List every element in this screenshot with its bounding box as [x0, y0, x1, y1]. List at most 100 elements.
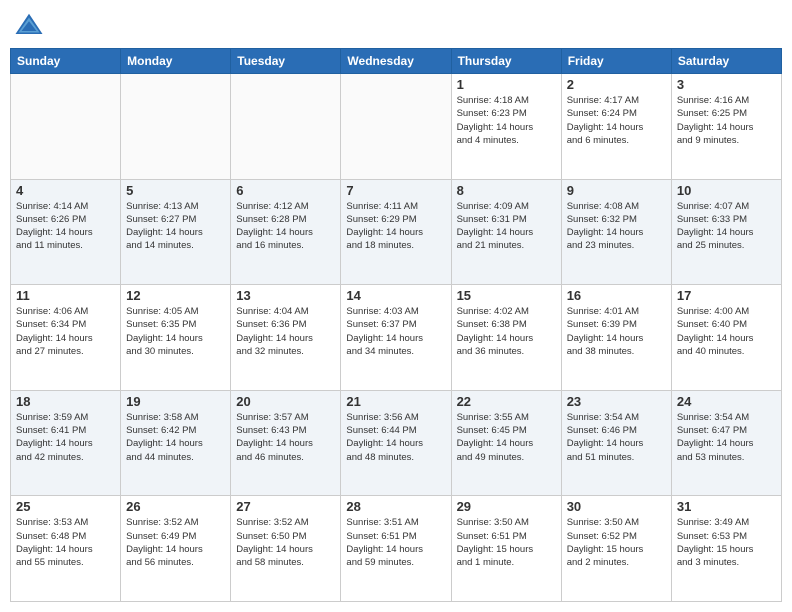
day-info: Sunrise: 3:50 AM Sunset: 6:51 PM Dayligh… — [457, 516, 556, 569]
day-info: Sunrise: 4:17 AM Sunset: 6:24 PM Dayligh… — [567, 94, 666, 147]
calendar-cell: 17 Sunrise: 4:00 AM Sunset: 6:40 PM Dayli… — [671, 285, 781, 391]
calendar-cell: 8 Sunrise: 4:09 AM Sunset: 6:31 PM Daylig… — [451, 179, 561, 285]
calendar-cell: 13Sunrise: 4:04 AM Sunset: 6:36 PM Dayli… — [231, 285, 341, 391]
day-number: 14 — [346, 288, 445, 303]
calendar-cell: 20 Sunrise: 3:57 AM Sunset: 6:43 PM Dayli… — [231, 390, 341, 496]
day-header-sunday: Sunday — [11, 49, 121, 74]
calendar-week-4: 18 Sunrise: 3:59 AM Sunset: 6:41 PM Dayli… — [11, 390, 782, 496]
day-number: 16 — [567, 288, 666, 303]
day-number: 9 — [567, 183, 666, 198]
day-number: 12 — [126, 288, 225, 303]
day-info: Sunrise: 4:09 AM Sunset: 6:31 PM Dayligh… — [457, 200, 556, 253]
calendar-cell — [231, 74, 341, 180]
day-info: Sunrise: 3:52 AM Sunset: 6:50 PM Dayligh… — [236, 516, 335, 569]
calendar-cell: 10 Sunrise: 4:07 AM Sunset: 6:33 PM Dayli… — [671, 179, 781, 285]
day-header-monday: Monday — [121, 49, 231, 74]
page: SundayMondayTuesdayWednesdayThursdayFrid… — [0, 0, 792, 612]
day-info: Sunrise: 3:57 AM Sunset: 6:43 PM Dayligh… — [236, 411, 335, 464]
day-header-wednesday: Wednesday — [341, 49, 451, 74]
calendar-cell: 26 Sunrise: 3:52 AM Sunset: 6:49 PM Dayli… — [121, 496, 231, 602]
day-info: Sunrise: 3:52 AM Sunset: 6:49 PM Dayligh… — [126, 516, 225, 569]
day-info: Sunrise: 4:05 AM Sunset: 6:35 PM Dayligh… — [126, 305, 225, 358]
calendar-cell: 11Sunrise: 4:06 AM Sunset: 6:34 PM Dayli… — [11, 285, 121, 391]
calendar-cell: 25 Sunrise: 3:53 AM Sunset: 6:48 PM Dayli… — [11, 496, 121, 602]
calendar-cell: 19 Sunrise: 3:58 AM Sunset: 6:42 PM Dayli… — [121, 390, 231, 496]
calendar-cell: 15 Sunrise: 4:02 AM Sunset: 6:38 PM Dayli… — [451, 285, 561, 391]
day-number: 3 — [677, 77, 776, 92]
day-info: Sunrise: 3:58 AM Sunset: 6:42 PM Dayligh… — [126, 411, 225, 464]
calendar-cell: 2Sunrise: 4:17 AM Sunset: 6:24 PM Daylig… — [561, 74, 671, 180]
day-info: Sunrise: 4:13 AM Sunset: 6:27 PM Dayligh… — [126, 200, 225, 253]
day-number: 26 — [126, 499, 225, 514]
day-number: 13 — [236, 288, 335, 303]
day-info: Sunrise: 4:00 AM Sunset: 6:40 PM Dayligh… — [677, 305, 776, 358]
day-info: Sunrise: 3:50 AM Sunset: 6:52 PM Dayligh… — [567, 516, 666, 569]
day-info: Sunrise: 4:07 AM Sunset: 6:33 PM Dayligh… — [677, 200, 776, 253]
day-number: 8 — [457, 183, 556, 198]
day-info: Sunrise: 3:53 AM Sunset: 6:48 PM Dayligh… — [16, 516, 115, 569]
calendar-cell: 1Sunrise: 4:18 AM Sunset: 6:23 PM Daylig… — [451, 74, 561, 180]
calendar-cell: 24 Sunrise: 3:54 AM Sunset: 6:47 PM Dayli… — [671, 390, 781, 496]
day-info: Sunrise: 4:01 AM Sunset: 6:39 PM Dayligh… — [567, 305, 666, 358]
day-number: 6 — [236, 183, 335, 198]
calendar-week-2: 4Sunrise: 4:14 AM Sunset: 6:26 PM Daylig… — [11, 179, 782, 285]
day-number: 11 — [16, 288, 115, 303]
day-number: 7 — [346, 183, 445, 198]
calendar-cell: 9 Sunrise: 4:08 AM Sunset: 6:32 PM Daylig… — [561, 179, 671, 285]
day-number: 18 — [16, 394, 115, 409]
day-number: 31 — [677, 499, 776, 514]
calendar-cell — [121, 74, 231, 180]
calendar-cell: 16 Sunrise: 4:01 AM Sunset: 6:39 PM Dayli… — [561, 285, 671, 391]
day-number: 24 — [677, 394, 776, 409]
day-info: Sunrise: 4:08 AM Sunset: 6:32 PM Dayligh… — [567, 200, 666, 253]
day-info: Sunrise: 4:18 AM Sunset: 6:23 PM Dayligh… — [457, 94, 556, 147]
day-info: Sunrise: 4:02 AM Sunset: 6:38 PM Dayligh… — [457, 305, 556, 358]
calendar-cell: 28Sunrise: 3:51 AM Sunset: 6:51 PM Dayli… — [341, 496, 451, 602]
day-header-saturday: Saturday — [671, 49, 781, 74]
day-number: 17 — [677, 288, 776, 303]
calendar-header-row: SundayMondayTuesdayWednesdayThursdayFrid… — [11, 49, 782, 74]
calendar-cell: 6 Sunrise: 4:12 AM Sunset: 6:28 PM Daylig… — [231, 179, 341, 285]
calendar-cell: 29 Sunrise: 3:50 AM Sunset: 6:51 PM Dayli… — [451, 496, 561, 602]
day-number: 25 — [16, 499, 115, 514]
day-info: Sunrise: 3:51 AM Sunset: 6:51 PM Dayligh… — [346, 516, 445, 569]
calendar-table: SundayMondayTuesdayWednesdayThursdayFrid… — [10, 48, 782, 602]
day-info: Sunrise: 4:16 AM Sunset: 6:25 PM Dayligh… — [677, 94, 776, 147]
calendar-week-1: 1Sunrise: 4:18 AM Sunset: 6:23 PM Daylig… — [11, 74, 782, 180]
calendar-cell: 7Sunrise: 4:11 AM Sunset: 6:29 PM Daylig… — [341, 179, 451, 285]
day-number: 22 — [457, 394, 556, 409]
day-info: Sunrise: 3:54 AM Sunset: 6:46 PM Dayligh… — [567, 411, 666, 464]
day-info: Sunrise: 3:59 AM Sunset: 6:41 PM Dayligh… — [16, 411, 115, 464]
day-number: 19 — [126, 394, 225, 409]
day-info: Sunrise: 3:56 AM Sunset: 6:44 PM Dayligh… — [346, 411, 445, 464]
day-number: 4 — [16, 183, 115, 198]
day-info: Sunrise: 3:55 AM Sunset: 6:45 PM Dayligh… — [457, 411, 556, 464]
day-number: 21 — [346, 394, 445, 409]
day-info: Sunrise: 3:54 AM Sunset: 6:47 PM Dayligh… — [677, 411, 776, 464]
calendar-week-5: 25 Sunrise: 3:53 AM Sunset: 6:48 PM Dayli… — [11, 496, 782, 602]
calendar-cell: 31 Sunrise: 3:49 AM Sunset: 6:53 PM Dayli… — [671, 496, 781, 602]
calendar-cell: 14 Sunrise: 4:03 AM Sunset: 6:37 PM Dayli… — [341, 285, 451, 391]
day-number: 27 — [236, 499, 335, 514]
day-number: 23 — [567, 394, 666, 409]
day-info: Sunrise: 4:03 AM Sunset: 6:37 PM Dayligh… — [346, 305, 445, 358]
day-header-friday: Friday — [561, 49, 671, 74]
calendar-cell: 4Sunrise: 4:14 AM Sunset: 6:26 PM Daylig… — [11, 179, 121, 285]
day-number: 10 — [677, 183, 776, 198]
day-number: 20 — [236, 394, 335, 409]
day-header-tuesday: Tuesday — [231, 49, 341, 74]
day-number: 29 — [457, 499, 556, 514]
day-info: Sunrise: 3:49 AM Sunset: 6:53 PM Dayligh… — [677, 516, 776, 569]
header — [10, 10, 782, 40]
day-number: 5 — [126, 183, 225, 198]
calendar-cell: 12 Sunrise: 4:05 AM Sunset: 6:35 PM Dayli… — [121, 285, 231, 391]
logo-icon — [14, 10, 44, 40]
calendar-cell: 22 Sunrise: 3:55 AM Sunset: 6:45 PM Dayli… — [451, 390, 561, 496]
calendar-cell — [341, 74, 451, 180]
calendar-cell: 3 Sunrise: 4:16 AM Sunset: 6:25 PM Daylig… — [671, 74, 781, 180]
calendar-cell: 5 Sunrise: 4:13 AM Sunset: 6:27 PM Daylig… — [121, 179, 231, 285]
calendar-cell: 18 Sunrise: 3:59 AM Sunset: 6:41 PM Dayli… — [11, 390, 121, 496]
calendar-cell: 23 Sunrise: 3:54 AM Sunset: 6:46 PM Dayli… — [561, 390, 671, 496]
day-info: Sunrise: 4:12 AM Sunset: 6:28 PM Dayligh… — [236, 200, 335, 253]
day-number: 15 — [457, 288, 556, 303]
